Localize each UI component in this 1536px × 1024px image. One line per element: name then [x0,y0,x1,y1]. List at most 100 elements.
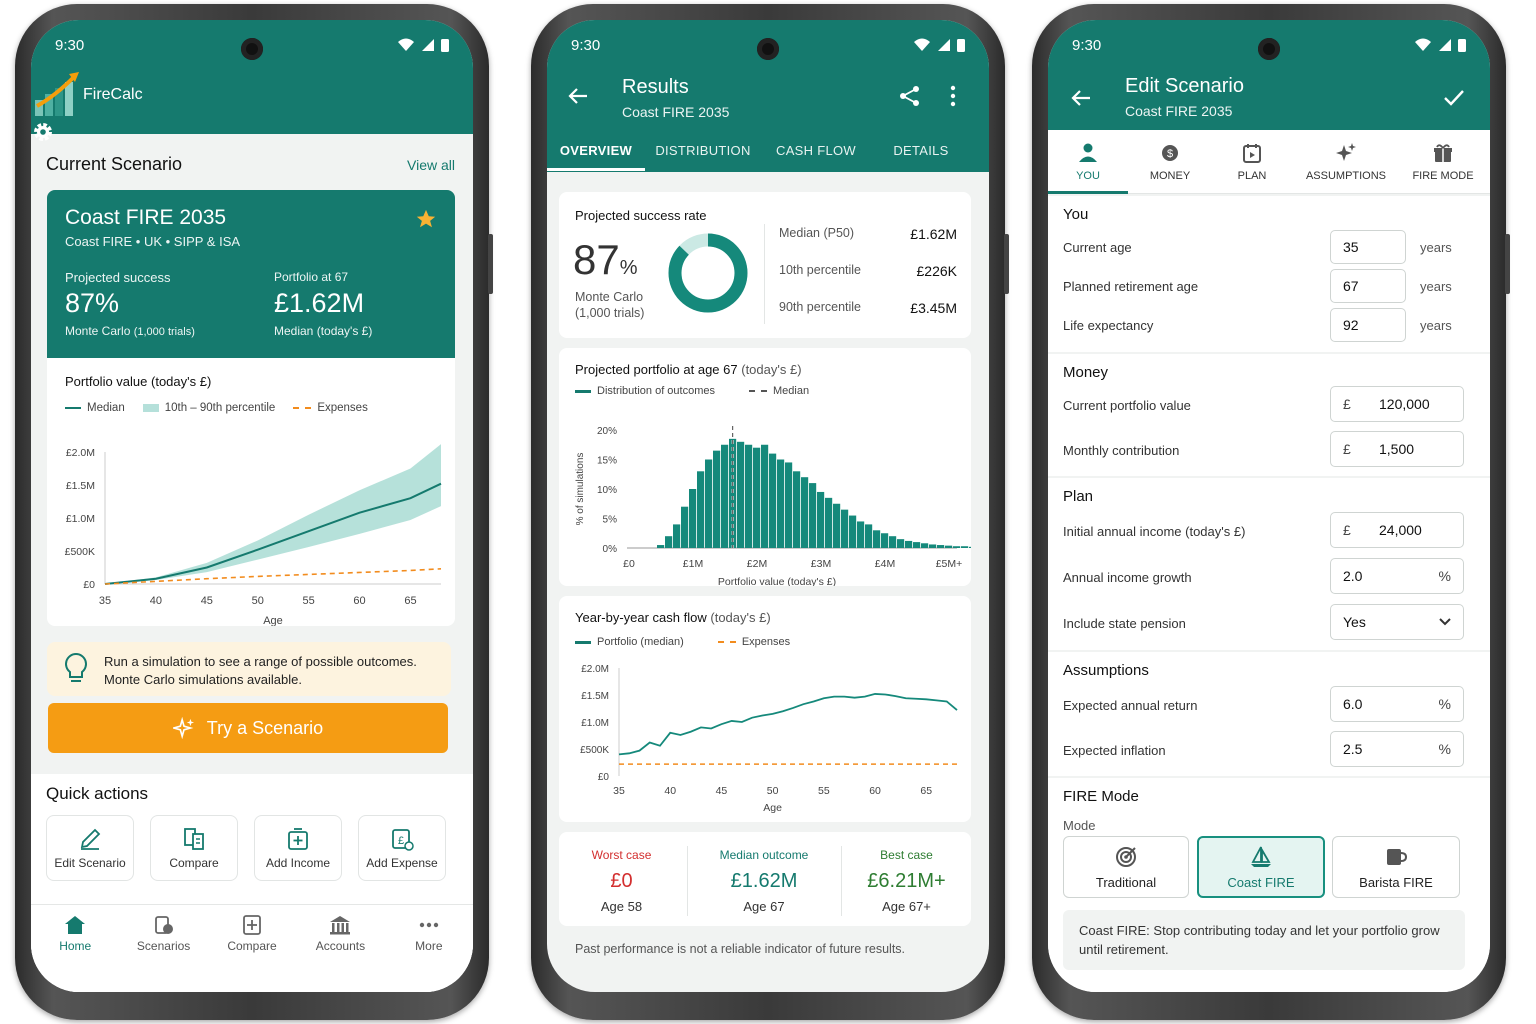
nav-home[interactable]: Home [31,905,119,992]
share-icon[interactable] [899,85,921,107]
retirement-age-input[interactable]: 67 [1330,269,1406,303]
expected-return-input[interactable]: 6.0% [1330,686,1464,722]
status-time: 9:30 [55,36,85,54]
retirement-age-unit: years [1420,279,1452,294]
calendar-icon [1243,144,1261,163]
battery-icon [957,39,965,52]
mode-coast-fire-button[interactable]: Coast FIRE [1197,836,1325,898]
favorite-star-icon[interactable] [415,208,437,230]
stat-label: Median (P50) [779,226,855,240]
tab-money[interactable]: $ MONEY [1130,130,1210,182]
nav-scenarios[interactable]: Scenarios [119,905,207,992]
x-tick-label: £2M [747,558,767,570]
success-label: Projected success [65,270,171,285]
portfolio-value: £1.62M [274,288,365,318]
front-camera [757,38,779,60]
status-icons [1414,38,1466,52]
tab-you-label: YOU [1076,170,1100,182]
section-money-title: Money [1063,364,1109,381]
histogram-bar [689,489,697,548]
success-rate-card: Projected success rate 87% Monte Carlo (… [559,192,971,338]
current-age-input[interactable]: 35 [1330,230,1406,264]
tab-fire-mode[interactable]: FIRE MODE [1400,130,1486,182]
cash-flow-card: Year-by-year cash flow (today's £) Portf… [559,596,971,822]
x-axis-label: Age [263,615,283,626]
wifi-icon [914,38,930,51]
histogram-bar [681,506,689,548]
tab-plan[interactable]: PLAN [1212,130,1292,182]
monthly-contribution-input[interactable]: £1,500 [1330,431,1464,467]
outcome-median-age: Age 67 [743,899,785,914]
mode-barista-fire-label: Barista FIRE [1359,875,1433,890]
tab-details[interactable]: DETAILS [871,143,971,160]
histogram-bar [657,545,665,548]
percent-suffix: % [1438,696,1451,712]
currency-prefix: £ [1343,396,1351,412]
tab-you[interactable]: YOU [1048,130,1128,194]
compare-button[interactable]: Compare [150,815,238,881]
portfolio-value-input[interactable]: £120,000 [1330,386,1464,422]
back-arrow-icon[interactable] [567,86,589,106]
x-tick-label: 50 [252,595,264,607]
chevron-down-icon [1439,618,1451,626]
try-scenario-button[interactable]: Try a Scenario [48,703,448,753]
histogram-bar [745,444,753,548]
tab-cash-flow[interactable]: CASH FLOW [761,143,871,160]
save-check-icon[interactable] [1443,88,1465,108]
x-tick-label: 60 [869,785,881,797]
mode-traditional-button[interactable]: Traditional [1063,836,1189,898]
x-tick-label: £4M [875,558,895,570]
distribution-histogram: 0% 5% 10% 15% 20% % of simulations £0 £1M £2M £3M… [575,426,971,586]
state-pension-value: Yes [1343,614,1366,630]
view-all-link[interactable]: View all [407,157,455,173]
add-expense-button[interactable]: £ Add Expense [358,815,446,881]
nav-more[interactable]: More [385,905,473,992]
tab-assumptions[interactable]: ASSUMPTIONS [1294,130,1398,182]
outcome-worst-value: £0 [610,870,633,892]
section-assumptions: Assumptions Expected annual return 6.0% … [1048,652,1490,776]
bank-icon [330,916,351,935]
income-growth-input[interactable]: 2.0% [1330,558,1464,594]
portfolio-value-chart: £0 £500K £1.0M £1.5M £2.0M 35 40 45 50 55 60 65 Age [65,444,442,626]
portfolio-median-line [618,693,958,756]
outcomes-card: Worst case £0 Age 58 Median outcome £1.6… [559,832,971,926]
x-tick-label: 55 [303,595,315,607]
mode-barista-fire-button[interactable]: Barista FIRE [1332,836,1460,898]
settings-gear-icon[interactable] [31,120,55,144]
histogram-bar [761,444,769,548]
nav-home-label: Home [59,939,92,953]
state-pension-select[interactable]: Yes [1330,604,1464,640]
signal-icon [1439,39,1451,51]
histogram-bar [913,542,921,548]
life-expectancy-input[interactable]: 92 [1330,308,1406,342]
tab-distribution[interactable]: DISTRIBUTION [645,143,761,160]
x-tick-label: 55 [818,785,830,797]
overflow-menu-icon[interactable] [950,85,956,107]
app-bar: FireCalc [31,70,473,149]
sailboat-icon [1251,846,1271,867]
scenario-card[interactable]: Coast FIRE 2035 Coast FIRE • UK • SIPP &… [47,190,455,358]
initial-income-input[interactable]: £24,000 [1330,512,1464,548]
section-fire-mode: FIRE Mode Mode Traditional Coast FIRE Ba… [1048,778,1490,992]
x-tick-label: £1M [683,558,703,570]
histogram-bar [953,546,961,548]
sparkles-icon [1336,143,1356,161]
expected-inflation-input[interactable]: 2.5% [1330,731,1464,767]
battery-icon [441,39,449,52]
histogram-bar [905,540,913,548]
histogram-bar [929,544,937,548]
tab-overview[interactable]: OVERVIEW [547,143,645,171]
y-tick-label: £1.0M [581,718,609,729]
add-income-button[interactable]: Add Income [254,815,342,881]
success-note-trials: (1,000 trials) [133,326,195,338]
back-arrow-icon[interactable] [1070,88,1092,108]
nav-compare[interactable]: Compare [208,905,296,992]
edit-scenario-button[interactable]: Edit Scenario [46,815,134,881]
x-tick-label: 60 [353,595,365,607]
histogram-bar [841,509,849,548]
expected-return-text: 6.0 [1343,696,1363,712]
scenario-name: Coast FIRE 2035 [65,206,227,229]
nav-accounts[interactable]: Accounts [296,905,384,992]
section-plan: Plan Initial annual income (today's £) £… [1048,478,1490,650]
tab-money-label: MONEY [1149,170,1191,182]
